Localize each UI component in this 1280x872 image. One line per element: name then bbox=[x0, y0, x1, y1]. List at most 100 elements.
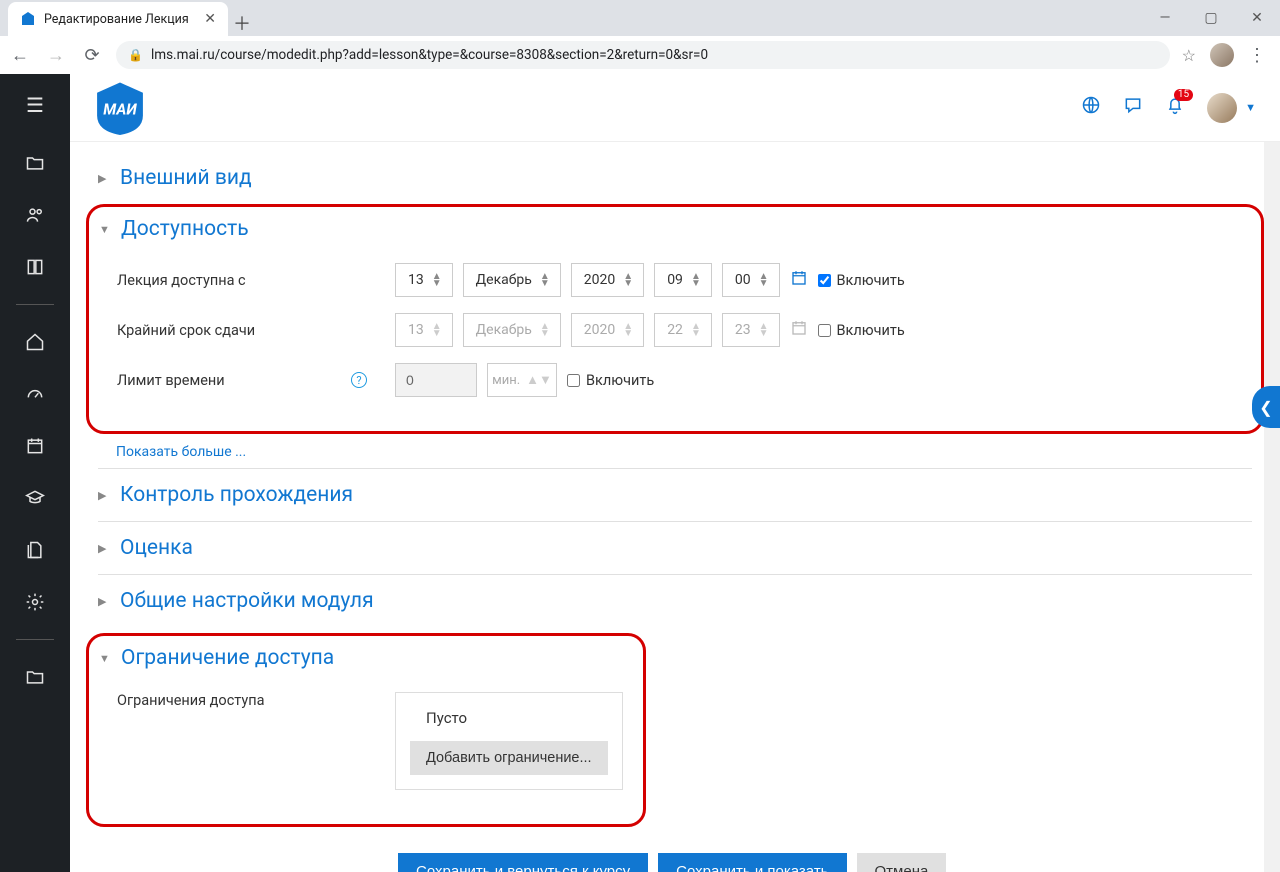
highlight-availability: ▼ Доступность Лекция доступна с 13▲▼ Дек… bbox=[86, 204, 1264, 434]
help-icon[interactable]: ? bbox=[351, 372, 367, 388]
close-tab-icon[interactable]: ✕ bbox=[204, 11, 216, 27]
address-bar: ← → ⟳ 🔒 lms.mai.ru/course/modedit.php?ad… bbox=[0, 36, 1280, 74]
row-time-limit: Лимит времени ? мин.▲▼ Включить bbox=[117, 355, 1251, 405]
sidebar-item-folder[interactable] bbox=[15, 146, 55, 180]
calendar-icon[interactable] bbox=[790, 269, 808, 291]
maximize-button[interactable]: ▢ bbox=[1188, 2, 1234, 34]
sidebar-item-graduation[interactable] bbox=[15, 481, 55, 515]
restrict-empty-text: Пусто bbox=[410, 709, 608, 741]
sidebar-item-calendar[interactable] bbox=[15, 429, 55, 463]
sidebar: ☰ bbox=[0, 74, 70, 872]
select-time-unit: мин.▲▼ bbox=[487, 363, 557, 397]
checkbox-deadline[interactable] bbox=[818, 324, 831, 337]
action-row: Сохранить и вернуться к курсу Сохранить … bbox=[98, 833, 1252, 872]
label-restrict: Ограничения доступа bbox=[117, 692, 395, 709]
user-menu[interactable]: ▼ bbox=[1207, 93, 1256, 123]
enable-time-limit[interactable]: Включить bbox=[567, 372, 654, 389]
url-field[interactable]: 🔒 lms.mai.ru/course/modedit.php?add=less… bbox=[116, 41, 1170, 69]
label-time-limit: Лимит времени ? bbox=[117, 372, 395, 389]
chevron-down-icon: ▼ bbox=[99, 652, 113, 665]
browser-profile-avatar[interactable] bbox=[1210, 43, 1234, 67]
window-controls: — ▢ ✕ bbox=[1142, 0, 1280, 36]
url-text: lms.mai.ru/course/modedit.php?add=lesson… bbox=[151, 47, 708, 63]
logo[interactable]: МАИ bbox=[94, 80, 146, 136]
back-button[interactable]: ← bbox=[8, 45, 32, 66]
row-available-from: Лекция доступна с 13▲▼ Декабрь▲▼ 2020▲▼ … bbox=[117, 255, 1251, 305]
section-grade-header[interactable]: ▶ Оценка bbox=[98, 522, 1252, 574]
chat-icon[interactable] bbox=[1123, 95, 1143, 120]
section-availability-title: Доступность bbox=[121, 217, 249, 241]
calendar-icon-disabled bbox=[790, 319, 808, 341]
sidebar-item-users[interactable] bbox=[15, 198, 55, 232]
input-time-limit bbox=[395, 363, 477, 397]
label-available-from: Лекция доступна с bbox=[117, 272, 395, 289]
section-flow-control-title: Контроль прохождения bbox=[120, 483, 353, 507]
enable-available-from[interactable]: Включить bbox=[818, 272, 905, 289]
show-more: Показать больше ... bbox=[98, 440, 1252, 468]
drawer-toggle[interactable]: ❮ bbox=[1252, 386, 1280, 428]
sidebar-toggle-icon[interactable]: ☰ bbox=[15, 88, 55, 122]
chevron-right-icon: ▶ bbox=[98, 595, 112, 608]
chevron-right-icon: ▶ bbox=[98, 172, 112, 185]
section-restrict-header[interactable]: ▼ Ограничение доступа bbox=[99, 640, 633, 684]
add-restriction-button[interactable]: Добавить ограничение... bbox=[410, 741, 608, 775]
content: МАИ 15 ▼ ❮ ▶ Внешний вид bbox=[70, 74, 1280, 872]
sidebar-item-home[interactable] bbox=[15, 325, 55, 359]
globe-icon[interactable] bbox=[1081, 95, 1101, 120]
checkbox-time-limit[interactable] bbox=[567, 374, 580, 387]
sidebar-divider-2 bbox=[16, 639, 54, 640]
select-year-deadline: 2020▲▼ bbox=[571, 313, 644, 347]
browser-chrome: Редактирование Лекция ✕ ＋ — ▢ ✕ ← → ⟳ 🔒 … bbox=[0, 0, 1280, 74]
sidebar-item-settings[interactable] bbox=[15, 585, 55, 619]
close-window-button[interactable]: ✕ bbox=[1234, 2, 1280, 34]
new-tab-button[interactable]: ＋ bbox=[228, 10, 256, 36]
select-year-from[interactable]: 2020▲▼ bbox=[571, 263, 644, 297]
restrict-box: Пусто Добавить ограничение... bbox=[395, 692, 623, 790]
chevron-right-icon: ▶ bbox=[98, 489, 112, 502]
show-more-link[interactable]: Показать больше ... bbox=[116, 444, 246, 460]
tab-title: Редактирование Лекция bbox=[44, 12, 189, 27]
save-show-button[interactable]: Сохранить и показать bbox=[658, 853, 846, 872]
section-common-module-header[interactable]: ▶ Общие настройки модуля bbox=[98, 575, 1252, 627]
select-month-from[interactable]: Декабрь▲▼ bbox=[463, 263, 561, 297]
checkbox-available-from[interactable] bbox=[818, 274, 831, 287]
browser-tab[interactable]: Редактирование Лекция ✕ bbox=[8, 2, 228, 36]
select-minute-from[interactable]: 00▲▼ bbox=[722, 263, 780, 297]
notification-badge: 15 bbox=[1174, 89, 1193, 101]
section-appearance-title: Внешний вид bbox=[120, 166, 252, 190]
sidebar-item-book[interactable] bbox=[15, 250, 55, 284]
highlight-restrict: ▼ Ограничение доступа Ограничения доступ… bbox=[86, 633, 646, 827]
lock-icon: 🔒 bbox=[128, 48, 143, 62]
enable-deadline[interactable]: Включить bbox=[818, 322, 905, 339]
topbar: МАИ 15 ▼ bbox=[70, 74, 1280, 142]
select-month-deadline: Декабрь▲▼ bbox=[463, 313, 561, 347]
select-hour-from[interactable]: 09▲▼ bbox=[654, 263, 712, 297]
browser-menu-icon[interactable]: ⋮ bbox=[1248, 45, 1266, 66]
cancel-button[interactable]: Отмена bbox=[857, 853, 947, 872]
scrollbar[interactable] bbox=[1264, 142, 1280, 872]
chevron-down-icon: ▼ bbox=[99, 223, 113, 236]
sidebar-item-speed[interactable] bbox=[15, 377, 55, 411]
reload-button[interactable]: ⟳ bbox=[80, 45, 104, 66]
select-day-from[interactable]: 13▲▼ bbox=[395, 263, 453, 297]
bell-icon[interactable]: 15 bbox=[1165, 95, 1185, 120]
forward-button[interactable]: → bbox=[44, 45, 68, 66]
section-appearance-header[interactable]: ▶ Внешний вид bbox=[98, 152, 1252, 204]
sidebar-divider bbox=[16, 304, 54, 305]
select-hour-deadline: 22▲▼ bbox=[654, 313, 712, 347]
save-return-button[interactable]: Сохранить и вернуться к курсу bbox=[398, 853, 648, 872]
page-body: ▶ Внешний вид ▼ Доступность Лекция досту… bbox=[70, 142, 1280, 872]
select-minute-deadline: 23▲▼ bbox=[722, 313, 780, 347]
avatar bbox=[1207, 93, 1237, 123]
chevron-down-icon: ▼ bbox=[1245, 101, 1256, 114]
sidebar-item-folder-2[interactable] bbox=[15, 660, 55, 694]
bookmark-icon[interactable]: ☆ bbox=[1182, 46, 1196, 65]
section-availability-body: Лекция доступна с 13▲▼ Декабрь▲▼ 2020▲▼ … bbox=[99, 255, 1251, 421]
section-flow-control-header[interactable]: ▶ Контроль прохождения bbox=[98, 469, 1252, 521]
minimize-button[interactable]: — bbox=[1142, 2, 1188, 34]
section-availability-header[interactable]: ▼ Доступность bbox=[99, 211, 1251, 255]
tab-strip: Редактирование Лекция ✕ ＋ bbox=[0, 0, 1280, 36]
select-day-deadline: 13▲▼ bbox=[395, 313, 453, 347]
sidebar-item-files[interactable] bbox=[15, 533, 55, 567]
label-deadline: Крайний срок сдачи bbox=[117, 322, 395, 339]
